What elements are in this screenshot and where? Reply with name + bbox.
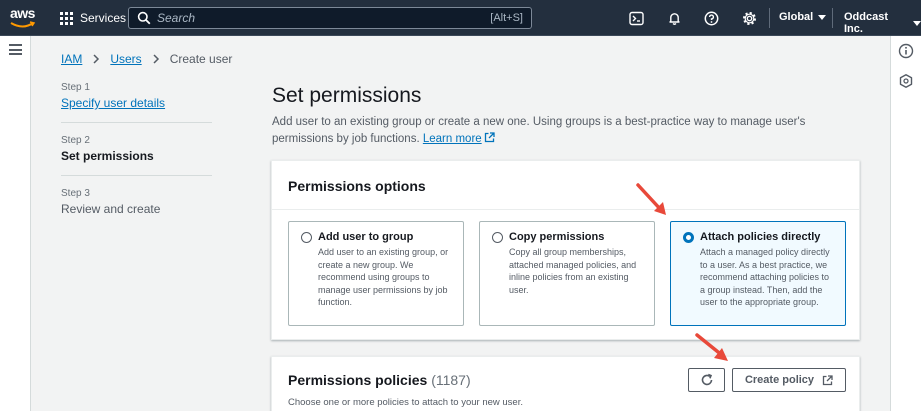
chevron-down-icon [913,20,921,26]
breadcrumb-current: Create user [169,52,233,66]
step-number: Step 3 [61,188,90,199]
account-menu[interactable]: Oddcast Inc. [844,11,921,35]
chevron-right-icon [93,54,100,64]
option-add-user-to-group[interactable]: Add user to group Add user to an existin… [288,221,464,326]
option-title-text: Copy permissions [509,231,605,243]
permissions-policies-subtitle: Choose one or more policies to attach to… [288,397,523,408]
left-rail [0,36,31,411]
option-description: Copy all group memberships, attached man… [509,247,637,295]
services-label: Services [80,11,127,25]
breadcrumb-iam-link[interactable]: IAM [61,52,82,66]
learn-more-label: Learn more [422,133,482,145]
region-selector[interactable]: Global [779,11,827,23]
gear-icon[interactable] [741,10,757,26]
search-icon [137,11,151,25]
wizard-step-2: Step 2 Set permissions [61,135,212,176]
option-title-text: Add user to group [318,231,414,243]
aws-logo-text: aws [10,5,35,21]
learn-more-link[interactable]: Learn more [422,132,495,145]
region-label: Global [779,11,814,23]
step-number: Step 1 [61,82,90,93]
permissions-policies-header: Permissions policies (1187) [288,372,471,388]
breadcrumb: IAM Users Create user [61,52,232,66]
account-label: Oddcast Inc. [844,11,889,35]
aws-smile-icon [10,21,36,28]
breadcrumb-users-link[interactable]: Users [110,52,141,66]
option-description: Add user to an existing group, or create… [318,247,449,307]
external-link-icon [484,132,495,143]
wizard-step-3: Step 3 Review and create [61,188,212,228]
policies-count: (1187) [431,372,471,388]
grid-icon [60,11,73,25]
chevron-right-icon [153,54,159,64]
page-description-text: Add user to an existing group or create … [272,116,806,145]
step-label-review-and-create: Review and create [61,202,161,216]
bell-icon[interactable] [666,10,682,26]
refresh-button[interactable] [688,368,725,392]
nav-divider [769,8,770,28]
permissions-policies-title: Permissions policies [288,372,428,388]
create-policy-button[interactable]: Create policy [732,368,846,392]
info-icon[interactable] [898,43,914,59]
aws-logo[interactable]: aws [10,5,44,31]
search-shortcut-hint: [Alt+S] [490,12,523,24]
option-copy-permissions[interactable]: Copy permissions Copy all group membersh… [479,221,655,326]
step-link-specify-user-details[interactable]: Specify user details [61,96,212,110]
search-input[interactable] [157,11,491,25]
option-title: Add user to group [301,231,453,243]
option-attach-policies-directly[interactable]: Attach policies directly Attach a manage… [670,221,846,326]
external-link-icon [822,374,833,385]
top-navigation: aws Services [Alt+S] [0,0,921,36]
right-rail [890,36,921,411]
hamburger-menu-icon[interactable] [9,44,22,55]
option-description: Attach a managed policy directly to a us… [700,247,830,307]
page-title: Set permissions [272,84,422,107]
create-policy-label: Create policy [744,374,815,386]
option-title: Attach policies directly [683,231,835,243]
help-icon[interactable] [703,10,719,26]
radio-button[interactable] [301,231,312,243]
wizard-step-1: Step 1 Specify user details [61,82,212,123]
chevron-down-icon [818,14,827,20]
permissions-policies-panel: Permissions policies (1187) Choose one o… [271,356,860,411]
page-description: Add user to an existing group or create … [272,114,862,148]
cloudshell-icon[interactable] [628,10,644,26]
radio-button-selected[interactable] [683,231,694,243]
option-title-text: Attach policies directly [700,231,821,243]
permissions-options-panel: Permissions options Add user to group Ad… [271,160,860,340]
refresh-icon [701,373,712,386]
step-number: Step 2 [61,135,90,146]
search-box[interactable]: [Alt+S] [128,7,532,29]
services-menu-button[interactable]: Services [60,9,126,27]
nav-divider [832,8,833,28]
radio-button[interactable] [492,231,503,243]
wizard-steps: Step 1 Specify user details Step 2 Set p… [61,82,212,240]
permissions-options-header: Permissions options [288,178,426,194]
panel-divider [272,209,859,210]
step-label-set-permissions: Set permissions [61,149,154,163]
option-title: Copy permissions [492,231,644,243]
cube-icon[interactable] [898,73,914,89]
